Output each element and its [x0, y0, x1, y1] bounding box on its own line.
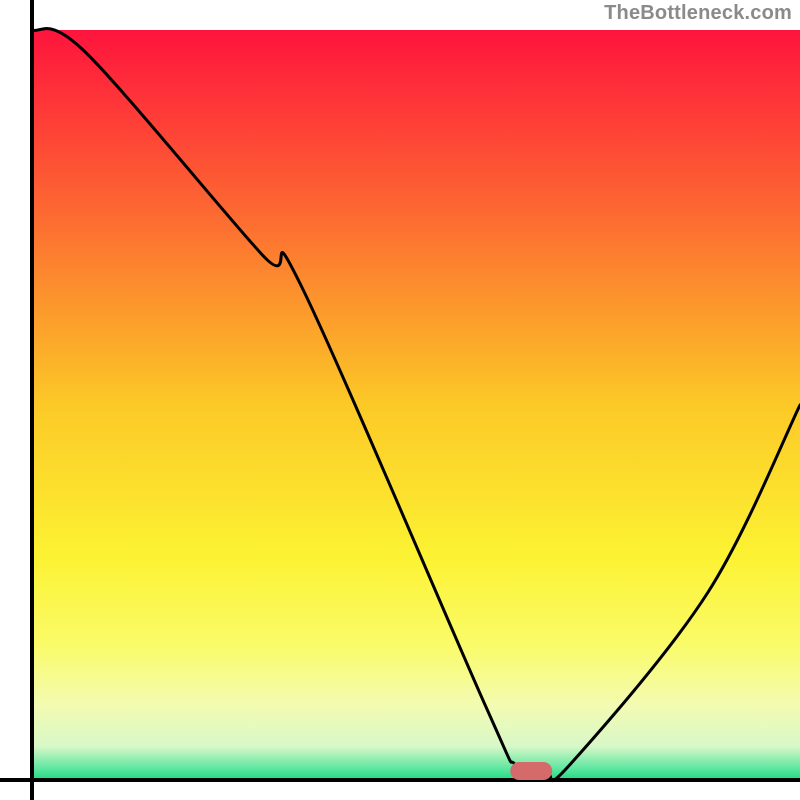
chart-frame: TheBottleneck.com	[0, 0, 800, 800]
plot-background	[32, 30, 800, 780]
bottleneck-chart	[0, 0, 800, 800]
optimal-marker	[510, 762, 552, 780]
attribution-text: TheBottleneck.com	[604, 2, 792, 25]
